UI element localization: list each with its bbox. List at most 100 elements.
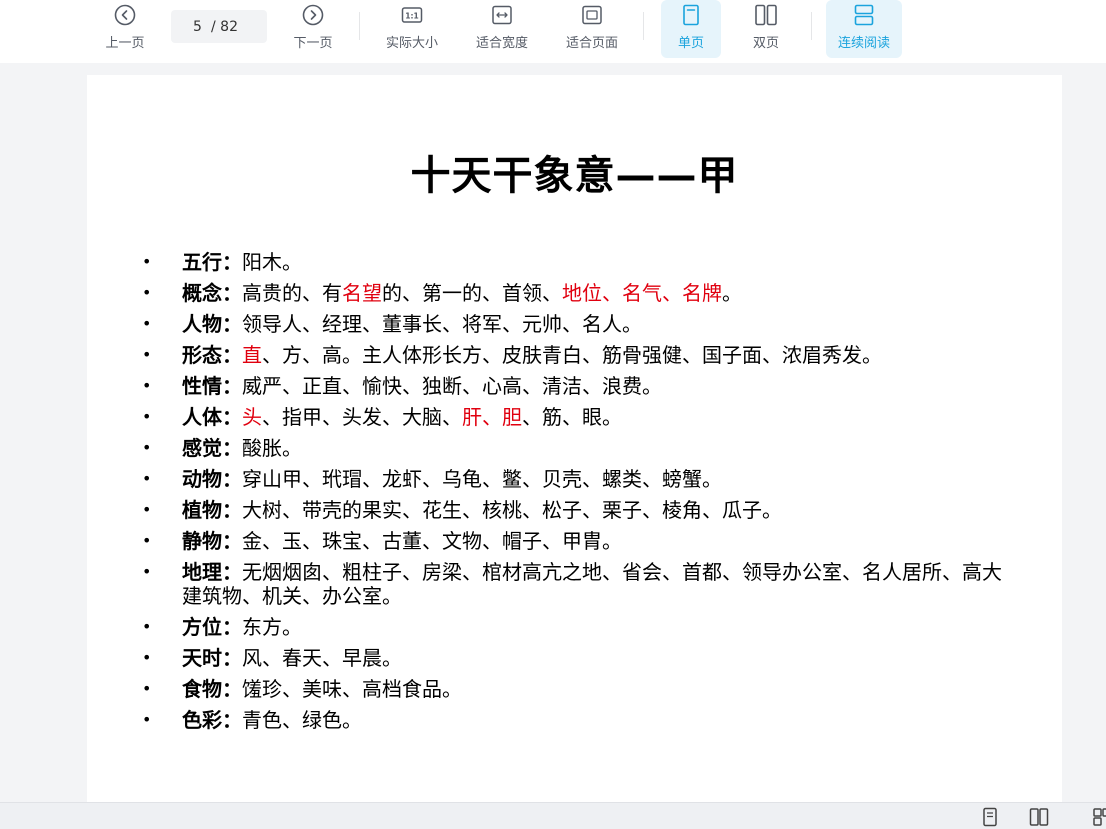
list-item: • 方位：东方。	[142, 615, 1002, 639]
bullet-mark: •	[142, 562, 152, 581]
item-key: 人体：	[182, 405, 242, 429]
list-item: • 色彩：青色、绿色。	[142, 708, 1002, 732]
continuous-reading-label: 连续阅读	[837, 36, 890, 51]
item-key: 食物：	[182, 677, 242, 701]
highlighted-text: 地位、名气、名牌	[562, 281, 722, 305]
item-text: 阳木。	[242, 250, 302, 274]
item-text: 威严、正直、愉快、独断、心高、清洁、浪费。	[242, 374, 662, 398]
item-text: 青色、绿色。	[242, 708, 362, 732]
bullet-mark: •	[142, 283, 152, 302]
item-text: 金、玉、珠宝、古董、文物、帽子、甲胄。	[242, 529, 622, 553]
bullet-mark: •	[142, 345, 152, 364]
item-text: 穿山甲、玳瑁、龙虾、乌龟、鳖、贝壳、螺类、螃蟹。	[242, 467, 722, 491]
fit-width-icon	[491, 2, 513, 28]
continuous-reading-button[interactable]: 连续阅读	[826, 0, 902, 58]
item-key: 方位：	[182, 615, 242, 639]
highlighted-text: 头	[242, 405, 262, 429]
highlighted-text: 直	[242, 343, 262, 367]
bullet-mark: •	[142, 438, 152, 457]
fit-page-icon	[581, 2, 603, 28]
item-key: 感觉：	[182, 436, 242, 460]
toolbar: 上一页 / 82 下一页 1:1 实际大小 适合宽度 适合页面 单页	[0, 0, 1106, 63]
document-title: 十天干象意——甲	[410, 153, 739, 199]
item-text: 的、第一的、首领、	[382, 281, 562, 305]
list-item: • 静物：金、玉、珠宝、古董、文物、帽子、甲胄。	[142, 529, 1002, 553]
highlighted-text: 名望	[342, 281, 382, 305]
svg-text:1:1: 1:1	[405, 12, 418, 21]
next-page-label: 下一页	[293, 36, 333, 51]
bullet-mark: •	[142, 376, 152, 395]
list-item: • 动物：穿山甲、玳瑁、龙虾、乌龟、鳖、贝壳、螺类、螃蟹。	[142, 467, 1002, 491]
list-item: • 人物：领导人、经理、董事长、将军、元帅、名人。	[142, 312, 1002, 336]
list-item: • 天时：风、春天、早晨。	[142, 646, 1002, 670]
toolbar-divider	[811, 12, 812, 40]
content-list: • 五行：阳木。 • 概念：高贵的、有名望的、第一的、首领、地位、名气、名牌。 • 人物：…	[142, 250, 1002, 739]
single-page-button[interactable]: 单页	[661, 0, 721, 58]
grid-view-icon[interactable]	[1092, 807, 1106, 827]
list-item: • 地理：无烟烟囱、粗柱子、房梁、棺材高亢之地、省会、首都、领导办公室、名人居所、…	[142, 560, 1002, 608]
list-item: • 形态：直、方、高。主人体形长方、皮肤青白、筋骨强健、国子面、浓眉秀发。	[142, 343, 1002, 367]
item-text: 东方。	[242, 615, 302, 639]
list-item: • 人体：头、指甲、头发、大脑、肝、胆、筋、眼。	[142, 405, 1002, 429]
item-text: 大树、带壳的果实、花生、核桃、松子、栗子、棱角、瓜子。	[242, 498, 782, 522]
single-page-icon	[680, 2, 702, 28]
item-text: 无烟烟囱、粗柱子、房梁、棺材高亢之地、省会、首都、领导办公室、名人居所、高大建筑…	[182, 560, 1002, 608]
item-text: 领导人、经理、董事长、将军、元帅、名人。	[242, 312, 642, 336]
bullet-mark: •	[142, 710, 152, 729]
page-number-box: / 82	[171, 10, 267, 43]
item-text: 高贵的、有	[242, 281, 342, 305]
item-key: 形态：	[182, 343, 242, 367]
item-key: 天时：	[182, 646, 242, 670]
double-page-button[interactable]: 双页	[737, 0, 795, 58]
list-item: • 概念：高贵的、有名望的、第一的、首领、地位、名气、名牌。	[142, 281, 1002, 305]
actual-size-icon: 1:1	[401, 2, 423, 28]
item-text: 酸胀。	[242, 436, 302, 460]
page-number-input[interactable]	[193, 18, 211, 35]
chevron-left-circle-icon	[114, 2, 136, 28]
toolbar-divider	[643, 12, 644, 40]
bullet-mark: •	[142, 314, 152, 333]
item-text: 风、春天、早晨。	[242, 646, 402, 670]
single-page-view-icon[interactable]	[980, 807, 1000, 827]
bullet-mark: •	[142, 252, 152, 271]
bullet-mark: •	[142, 679, 152, 698]
item-key: 地理：	[182, 560, 242, 584]
item-key: 概念：	[182, 281, 242, 305]
list-item: • 性情：威严、正直、愉快、独断、心高、清洁、浪费。	[142, 374, 1002, 398]
item-key: 性情：	[182, 374, 242, 398]
item-text: 、指甲、头发、大脑、	[262, 405, 462, 429]
double-page-view-icon[interactable]	[1029, 807, 1049, 827]
item-key: 人物：	[182, 312, 242, 336]
actual-size-button[interactable]: 1:1 实际大小	[378, 0, 446, 58]
prev-page-button[interactable]: 上一页	[96, 0, 154, 58]
highlighted-text: 肝、胆	[462, 405, 522, 429]
list-item: • 食物：馐珍、美味、高档食品。	[142, 677, 1002, 701]
fit-width-button[interactable]: 适合宽度	[468, 0, 536, 58]
item-text: 馐珍、美味、高档食品。	[242, 677, 462, 701]
item-key: 色彩：	[182, 708, 242, 732]
list-item: • 感觉：酸胀。	[142, 436, 1002, 460]
continuous-reading-icon	[853, 2, 875, 28]
bullet-mark: •	[142, 407, 152, 426]
toolbar-divider	[359, 12, 360, 40]
bullet-mark: •	[142, 617, 152, 636]
next-page-button[interactable]: 下一页	[284, 0, 342, 58]
fit-page-button[interactable]: 适合页面	[558, 0, 626, 58]
fit-page-label: 适合页面	[565, 36, 618, 51]
item-key: 植物：	[182, 498, 242, 522]
fit-width-label: 适合宽度	[475, 36, 528, 51]
item-text: 。	[722, 281, 742, 305]
bullet-mark: •	[142, 500, 152, 519]
list-item: • 植物：大树、带壳的果实、花生、核桃、松子、栗子、棱角、瓜子。	[142, 498, 1002, 522]
prev-page-label: 上一页	[105, 36, 145, 51]
bullet-mark: •	[142, 648, 152, 667]
item-text: 、方、高。主人体形长方、皮肤青白、筋骨强健、国子面、浓眉秀发。	[262, 343, 882, 367]
page-total: / 82	[211, 18, 238, 35]
list-item: • 五行：阳木。	[142, 250, 1002, 274]
actual-size-label: 实际大小	[385, 36, 438, 51]
item-key: 动物：	[182, 467, 242, 491]
item-key: 静物：	[182, 529, 242, 553]
double-page-label: 双页	[752, 36, 779, 51]
bullet-mark: •	[142, 531, 152, 550]
item-key: 五行：	[182, 250, 242, 274]
